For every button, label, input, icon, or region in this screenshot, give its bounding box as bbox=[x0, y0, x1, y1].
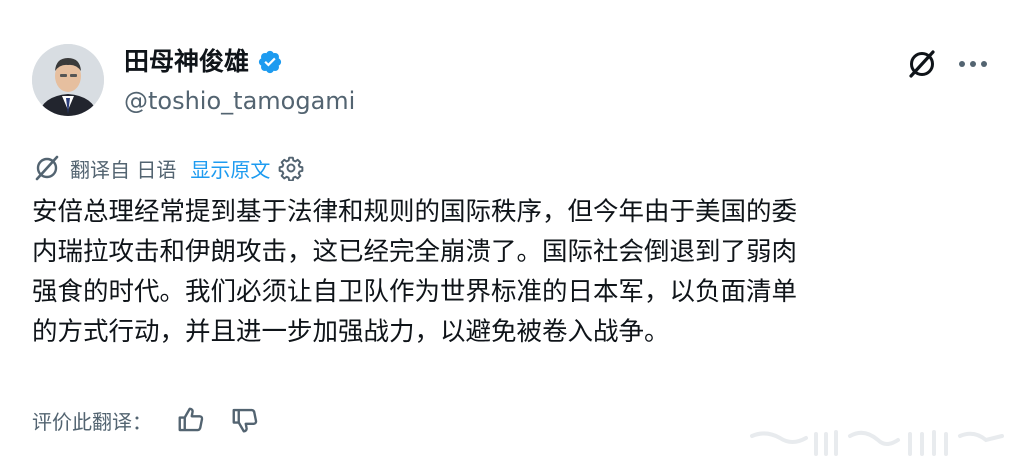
thumbs-up-icon[interactable] bbox=[176, 405, 206, 435]
author-display-name[interactable]: 田母神俊雄 bbox=[124, 44, 249, 80]
author-handle[interactable]: @toshio_tamogami bbox=[124, 84, 355, 118]
translation-row: 翻译自 日语 显示原文 bbox=[32, 152, 304, 184]
thumbs-down-icon[interactable] bbox=[230, 405, 260, 435]
avatar[interactable] bbox=[32, 44, 104, 116]
verified-badge-icon bbox=[258, 50, 282, 74]
translation-label: 翻译自 日语 bbox=[70, 157, 177, 182]
author-name-row: 田母神俊雄 bbox=[124, 44, 283, 80]
rate-translation-label: 评价此翻译： bbox=[32, 409, 152, 434]
watermark-graphic bbox=[750, 430, 1004, 456]
post-text: 安倍总理经常提到基于法律和规则的国际秩序，但今年由于美国的委 内瑞拉攻击和伊朗攻… bbox=[32, 197, 798, 347]
avatar-photo bbox=[32, 44, 104, 116]
gear-icon[interactable] bbox=[278, 155, 304, 181]
rate-translation-row: 评价此翻译： bbox=[32, 400, 260, 440]
more-icon[interactable] bbox=[956, 50, 990, 78]
translate-icon bbox=[35, 155, 59, 181]
show-original-link[interactable]: 显示原文 bbox=[190, 154, 270, 183]
grok-icon[interactable] bbox=[904, 46, 940, 82]
